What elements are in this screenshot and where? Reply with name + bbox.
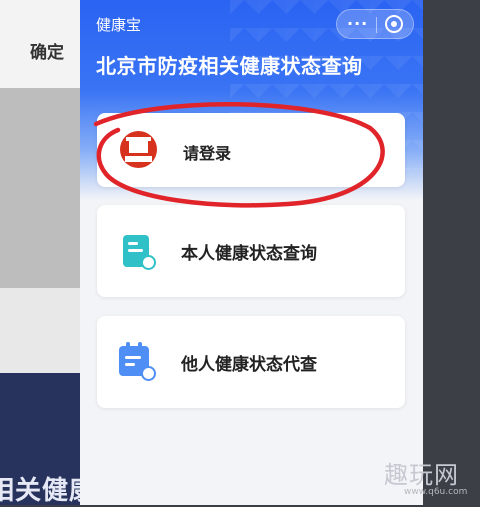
more-dots-icon[interactable]: ···	[347, 14, 368, 33]
document-check-icon	[121, 235, 157, 271]
background-confirm-text: 确定	[30, 43, 64, 63]
others-health-query-label: 他人健康状态代查	[181, 355, 317, 375]
background-right-panel	[423, 0, 480, 505]
self-health-query-label: 本人健康状态查询	[181, 244, 317, 264]
login-label: 请登录	[183, 144, 232, 163]
beijing-emblem-icon	[120, 131, 157, 168]
close-circle-icon[interactable]	[385, 15, 403, 33]
capsule-divider	[376, 17, 377, 33]
health-kit-phone-panel: 健康宝 ··· 北京市防疫相关健康状态查询 请登录 本人健康状态查询 他人健康状…	[80, 0, 423, 505]
page-title: 北京市防疫相关健康状态查询	[96, 54, 363, 78]
others-health-query-card[interactable]: 他人健康状态代查	[97, 316, 405, 408]
watermark-url: www.q6u.com	[404, 487, 468, 497]
watermark-text: 趣玩网	[384, 461, 459, 489]
login-card[interactable]: 请登录	[97, 113, 405, 187]
mini-program-capsule: ···	[336, 9, 414, 39]
calendar-search-icon	[117, 342, 157, 382]
self-health-query-card[interactable]: 本人健康状态查询	[97, 205, 405, 297]
app-name: 健康宝	[96, 16, 142, 34]
